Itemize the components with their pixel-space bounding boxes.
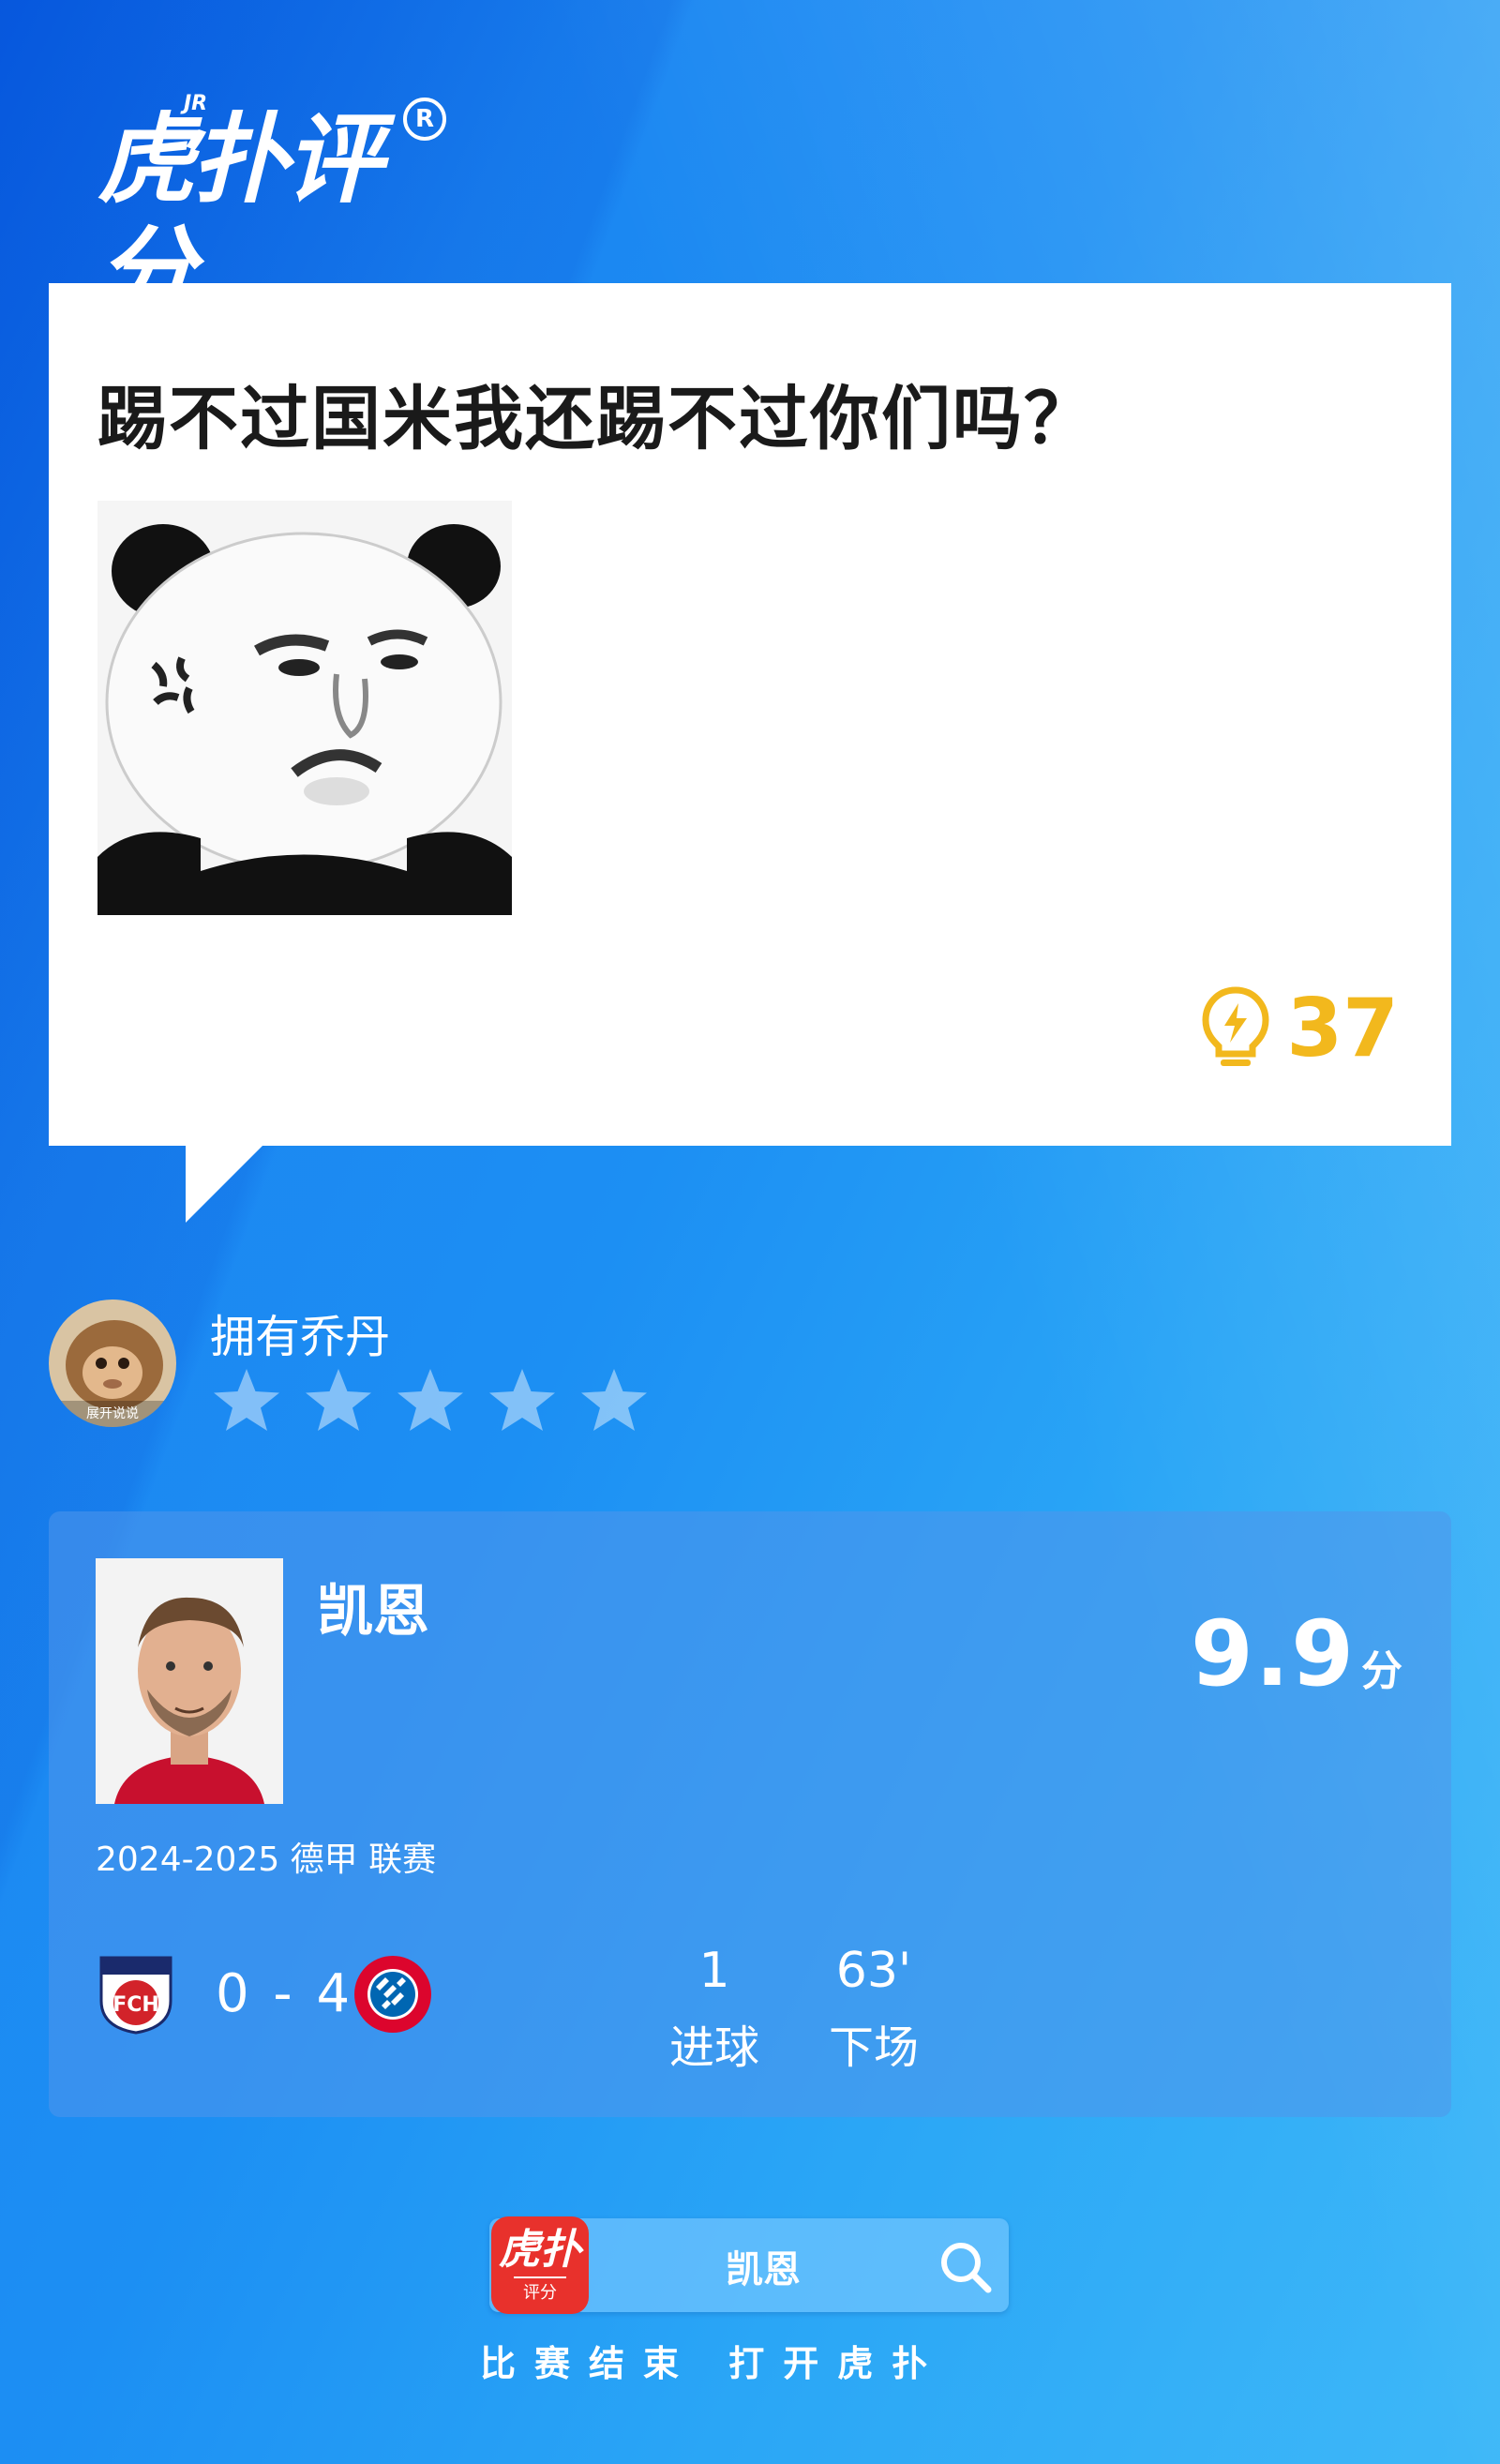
bottom-caption: 比赛结束 打开虎扑 [480, 2343, 947, 2384]
player-score: 9.9 分 [1191, 1601, 1402, 1706]
substituted-label: 下场 [828, 2021, 919, 2074]
goals-value: 1 [698, 1943, 730, 1999]
score-unit: 分 [1361, 1647, 1402, 1695]
bayern-munich-logo [354, 1956, 431, 2033]
rating-star-icon[interactable] [394, 1365, 467, 1438]
search-query[interactable]: 凯恩 [726, 2239, 801, 2293]
substituted-value: 63' [835, 1943, 912, 1999]
goals-label: 进球 [668, 2021, 759, 2074]
score-value: 9.9 [1190, 1601, 1356, 1706]
rating-stars [210, 1365, 651, 1438]
goals-stat: 1 进球 [668, 1943, 761, 2076]
match-score: 0 - 4 [216, 1963, 354, 2024]
app-icon-sub: 评分 [514, 2276, 566, 2305]
player-rating-panel[interactable]: 凯恩 9.9 分 2024-2025 德甲 联赛 FCH 0 - 4 1 进球 … [49, 1511, 1451, 2117]
home-team-abbr: FCH [112, 1993, 159, 2017]
app-icon-name: 虎扑 [499, 2226, 581, 2274]
username[interactable]: 拥有乔丹 [210, 1300, 390, 1365]
avatar-caption: 展开说说 [86, 1406, 139, 1421]
hupu-app-icon[interactable]: 虎扑 评分 [491, 2216, 589, 2314]
search-icon[interactable] [938, 2239, 994, 2295]
avatar[interactable]: 展开说说 [49, 1300, 176, 1427]
player-photo [96, 1558, 283, 1804]
player-name: 凯恩 [317, 1579, 429, 1645]
rating-star-icon[interactable] [578, 1365, 651, 1438]
rating-star-icon[interactable] [210, 1365, 283, 1438]
heidenheim-logo: FCH [99, 1956, 172, 2035]
rating-star-icon[interactable] [486, 1365, 559, 1438]
comment-card: 踢不过国米我还踢不过你们吗？ 37 [49, 283, 1451, 1146]
comment-text: 踢不过国米我还踢不过你们吗？ [98, 379, 1095, 459]
rating-star-icon[interactable] [302, 1365, 375, 1438]
registered-mark: R [403, 98, 446, 141]
speech-bubble-tail [186, 1144, 264, 1223]
hupu-rating-logo: JR 虎扑评分 R [98, 92, 454, 328]
season-league: 2024-2025 德甲 联赛 [96, 1840, 437, 1879]
like-count-area[interactable]: 37 [1200, 982, 1399, 1075]
angry-panda-meme [98, 501, 512, 915]
lightbulb-bolt-icon [1202, 986, 1269, 1066]
substituted-stat: 63' 下场 [827, 1943, 921, 2076]
monkey-avatar-image: 展开说说 [49, 1300, 176, 1427]
like-count: 37 [1286, 982, 1399, 1075]
